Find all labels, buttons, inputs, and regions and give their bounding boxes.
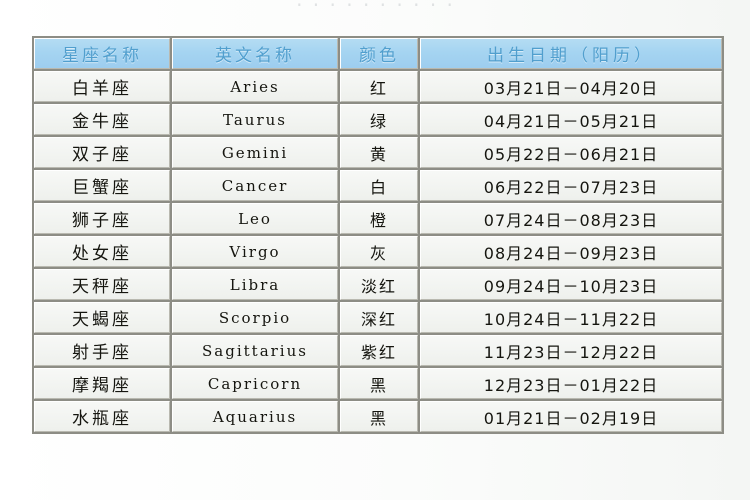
cell-color: 红	[340, 71, 418, 102]
cell-color: 白	[340, 170, 418, 201]
cell-color: 黑	[340, 401, 418, 432]
cell-english-name: Sagittarius	[172, 335, 338, 366]
column-header-name: 星座名称	[34, 38, 170, 69]
table-row: 水瓶座 Aquarius 黑 01月21日－02月19日	[34, 401, 722, 432]
table-row: 天蝎座 Scorpio 深红 10月24日－11月22日	[34, 302, 722, 333]
cell-birth-date: 03月21日－04月20日	[420, 71, 722, 102]
cell-color: 橙	[340, 203, 418, 234]
cell-birth-date: 09月24日－10月23日	[420, 269, 722, 300]
table-row: 处女座 Virgo 灰 08月24日－09月23日	[34, 236, 722, 267]
cell-english-name: Aquarius	[172, 401, 338, 432]
table-body: 白羊座 Aries 红 03月21日－04月20日 金牛座 Taurus 绿 04月21日－0…	[34, 71, 722, 432]
cell-english-name: Aries	[172, 71, 338, 102]
cell-zodiac-name: 处女座	[34, 236, 170, 267]
table-row: 双子座 Gemini 黄 05月22日－06月21日	[34, 137, 722, 168]
table-row: 狮子座 Leo 橙 07月24日－08月23日	[34, 203, 722, 234]
cell-birth-date: 04月21日－05月21日	[420, 104, 722, 135]
table-header: 星座名称 英文名称 颜色 出生日期（阳历）	[34, 38, 722, 69]
cell-birth-date: 01月21日－02月19日	[420, 401, 722, 432]
cell-english-name: Taurus	[172, 104, 338, 135]
cell-birth-date: 07月24日－08月23日	[420, 203, 722, 234]
cell-birth-date: 10月24日－11月22日	[420, 302, 722, 333]
zodiac-table: 星座名称 英文名称 颜色 出生日期（阳历） 白羊座 Aries 红 03月21日－04…	[32, 36, 724, 434]
cell-zodiac-name: 白羊座	[34, 71, 170, 102]
cell-zodiac-name: 双子座	[34, 137, 170, 168]
cell-english-name: Cancer	[172, 170, 338, 201]
cell-zodiac-name: 射手座	[34, 335, 170, 366]
cell-birth-date: 12月23日－01月22日	[420, 368, 722, 399]
cell-color: 灰	[340, 236, 418, 267]
column-header-color: 颜色	[340, 38, 418, 69]
cell-zodiac-name: 水瓶座	[34, 401, 170, 432]
page-root: · · · · · · · · · · 星座名称 英文名称 颜色 出生日期（阳历…	[0, 0, 750, 500]
cell-color: 黄	[340, 137, 418, 168]
cut-off-row-sliver: · · · · · · · · · ·	[33, 0, 718, 8]
cell-color: 深红	[340, 302, 418, 333]
cell-birth-date: 08月24日－09月23日	[420, 236, 722, 267]
column-header-english: 英文名称	[172, 38, 338, 69]
table-row: 摩羯座 Capricorn 黑 12月23日－01月22日	[34, 368, 722, 399]
cell-zodiac-name: 天蝎座	[34, 302, 170, 333]
cell-color: 绿	[340, 104, 418, 135]
cell-birth-date: 11月23日－12月22日	[420, 335, 722, 366]
cell-color: 黑	[340, 368, 418, 399]
zodiac-table-container: 星座名称 英文名称 颜色 出生日期（阳历） 白羊座 Aries 红 03月21日－04…	[32, 36, 724, 434]
header-row: 星座名称 英文名称 颜色 出生日期（阳历）	[34, 38, 722, 69]
cell-birth-date: 05月22日－06月21日	[420, 137, 722, 168]
cell-color: 淡红	[340, 269, 418, 300]
table-row: 金牛座 Taurus 绿 04月21日－05月21日	[34, 104, 722, 135]
cell-english-name: Scorpio	[172, 302, 338, 333]
table-row: 巨蟹座 Cancer 白 06月22日－07月23日	[34, 170, 722, 201]
cell-english-name: Virgo	[172, 236, 338, 267]
table-row: 白羊座 Aries 红 03月21日－04月20日	[34, 71, 722, 102]
cell-english-name: Leo	[172, 203, 338, 234]
cell-zodiac-name: 摩羯座	[34, 368, 170, 399]
cell-english-name: Gemini	[172, 137, 338, 168]
cell-zodiac-name: 狮子座	[34, 203, 170, 234]
table-row: 射手座 Sagittarius 紫红 11月23日－12月22日	[34, 335, 722, 366]
cell-birth-date: 06月22日－07月23日	[420, 170, 722, 201]
cell-zodiac-name: 天秤座	[34, 269, 170, 300]
cell-english-name: Libra	[172, 269, 338, 300]
cell-zodiac-name: 巨蟹座	[34, 170, 170, 201]
table-row: 天秤座 Libra 淡红 09月24日－10月23日	[34, 269, 722, 300]
cell-english-name: Capricorn	[172, 368, 338, 399]
column-header-birth-date: 出生日期（阳历）	[420, 38, 722, 69]
cell-zodiac-name: 金牛座	[34, 104, 170, 135]
cell-color: 紫红	[340, 335, 418, 366]
